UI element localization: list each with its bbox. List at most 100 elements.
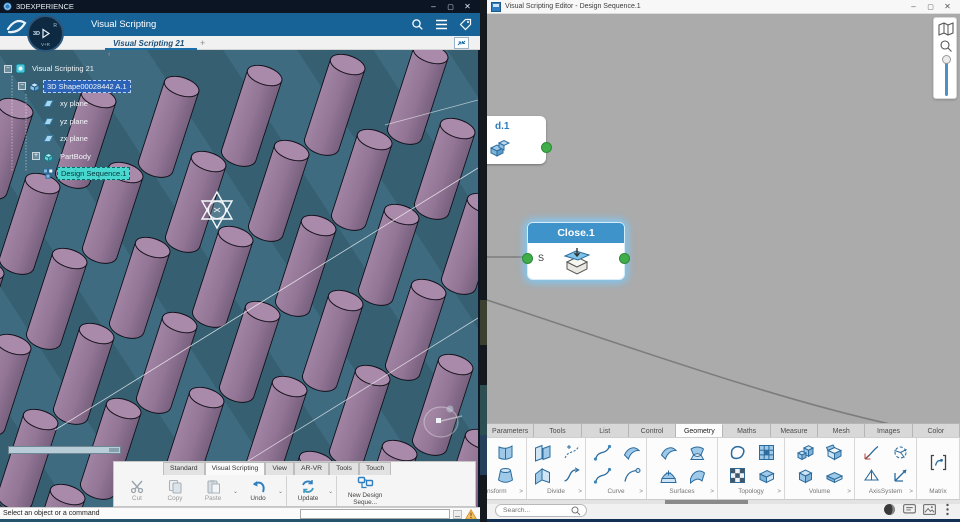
palette-tool-curve-icon[interactable]	[592, 442, 613, 463]
palette-tool-splitplane-icon[interactable]	[532, 442, 553, 463]
palette-tool-pageflip-icon[interactable]	[495, 442, 516, 463]
palette-tool-dome-icon[interactable]	[658, 465, 679, 486]
tree-item[interactable]: + PartBody	[4, 148, 131, 166]
palette-tool-cube-icon[interactable]	[795, 465, 816, 486]
image-icon[interactable]	[923, 503, 936, 516]
palette-tool-swoosh-icon[interactable]	[658, 442, 679, 463]
palette-tool-scurve-icon[interactable]	[561, 465, 582, 486]
copy-button[interactable]: Copy	[156, 479, 194, 502]
progress-thumb[interactable]	[109, 448, 119, 452]
tree-item[interactable]: xy plane	[4, 95, 131, 113]
view-compass-icon[interactable]	[420, 402, 466, 444]
dropdown-caret-icon[interactable]: ⌄	[328, 488, 333, 495]
action-tab-visual-scripting[interactable]: Visual Scripting	[204, 462, 266, 475]
node-partial-output-port[interactable]	[540, 142, 552, 153]
palette-tab-images[interactable]: Images	[865, 424, 913, 438]
comment-icon[interactable]	[903, 503, 916, 516]
tree-item[interactable]: Design Sequence.1	[4, 165, 131, 183]
node-close-input-port[interactable]	[522, 253, 533, 264]
search-icon[interactable]	[411, 18, 424, 31]
dropdown-caret-icon[interactable]: ⌄	[233, 488, 238, 495]
node-partial[interactable]: d.1	[487, 116, 552, 164]
palette-search-icon[interactable]	[571, 506, 581, 516]
console-icon[interactable]	[453, 510, 462, 519]
tree-item[interactable]: zx plane	[4, 130, 131, 148]
editor-close-button[interactable]: ✕	[939, 1, 956, 12]
node-close-output-port[interactable]	[619, 253, 630, 264]
tree-item[interactable]: − 3D Shape00028442 A.1	[4, 78, 131, 96]
update-button[interactable]: Update	[289, 479, 327, 502]
palette-tab-control[interactable]: Control	[628, 424, 677, 438]
action-tab-ar-vr[interactable]: AR-VR	[293, 462, 330, 475]
cut-button[interactable]: Cut	[118, 479, 156, 502]
action-tab-view[interactable]: View	[265, 462, 294, 475]
new-tab-button[interactable]: +	[200, 38, 205, 48]
expand-expander-icon[interactable]: +	[32, 152, 40, 161]
palette-group-expander[interactable]: >	[847, 488, 851, 495]
action-tab-touch[interactable]: Touch	[358, 462, 392, 475]
palette-tool-wedgecube-icon[interactable]	[756, 465, 777, 486]
dropdown-caret-icon[interactable]: ⌄	[278, 488, 283, 495]
palette-tool-patch-icon[interactable]	[687, 465, 708, 486]
palette-tool-axistri-icon[interactable]	[861, 465, 882, 486]
script-canvas[interactable]: d.1 Close.1 S	[487, 14, 960, 423]
kebab-menu-icon[interactable]	[941, 503, 954, 516]
palette-tab-parameters[interactable]: Parameters	[487, 424, 535, 438]
palette-tool-flip-icon[interactable]	[687, 442, 708, 463]
palette-tool-corner-icon[interactable]	[621, 465, 642, 486]
close-button[interactable]: ✕	[459, 1, 476, 12]
palette-tab-tools[interactable]: Tools	[534, 424, 582, 438]
palette-group-expander[interactable]: >	[639, 488, 643, 495]
3dcompass-widget[interactable]: 3D R V+R	[27, 15, 64, 52]
zoom-icon[interactable]	[939, 39, 953, 53]
palette-tool-boxes-icon[interactable]	[795, 442, 816, 463]
sequence-progress-bar[interactable]	[8, 446, 121, 454]
command-input[interactable]	[300, 509, 450, 519]
editor-minimize-button[interactable]: –	[905, 1, 922, 12]
palette-tool-axiscurve-icon[interactable]	[861, 442, 882, 463]
palette-group-expander[interactable]: >	[909, 488, 913, 495]
palette-tool-slab-icon[interactable]	[824, 465, 845, 486]
palette-group-expander[interactable]: >	[710, 488, 714, 495]
palette-tool-curve-icon[interactable]	[592, 465, 613, 486]
render-sphere-icon[interactable]	[883, 503, 896, 516]
palette-group-expander[interactable]: >	[578, 488, 582, 495]
node-close[interactable]: Close.1 S	[522, 222, 630, 280]
menu-icon[interactable]	[435, 19, 448, 30]
tree-item[interactable]: yz plane	[4, 113, 131, 131]
node-close-header[interactable]: Close.1	[528, 223, 624, 243]
zoom-slider-knob[interactable]	[941, 55, 951, 64]
palette-tab-measure[interactable]: Measure	[770, 424, 819, 438]
action-tab-tools[interactable]: Tools	[329, 462, 359, 475]
palette-group-expander[interactable]: >	[777, 488, 781, 495]
palette-tab-color[interactable]: Color	[912, 424, 960, 438]
palette-tool-gridadd-icon[interactable]	[756, 442, 777, 463]
new-button[interactable]: New Design Seque...	[339, 476, 391, 506]
palette-tab-maths[interactable]: Maths	[723, 424, 771, 438]
palette-tab-list[interactable]: List	[581, 424, 629, 438]
tree-item[interactable]: − Visual Scripting 21	[4, 60, 131, 78]
palette-tool-dashcurve-icon[interactable]	[561, 442, 582, 463]
palette-tool-checker-icon[interactable]	[727, 465, 748, 486]
palette-tool-loft-icon[interactable]	[495, 465, 516, 486]
3d-viewport[interactable]: − Visual Scripting 21−3D Shape00028442 A.…	[0, 50, 478, 522]
palette-tool-openbox-icon[interactable]	[824, 442, 845, 463]
hscrollbar-thumb[interactable]	[665, 500, 748, 504]
palette-tool-swoosh-icon[interactable]	[621, 442, 642, 463]
palette-group-expander[interactable]: >	[519, 488, 523, 495]
palette-tab-geometry[interactable]: Geometry	[676, 424, 724, 438]
palette-tool-bracket-icon[interactable]	[928, 452, 949, 473]
collapse-expander-icon[interactable]: −	[4, 64, 12, 73]
palette-tool-loop-icon[interactable]	[727, 442, 748, 463]
palette-search-input[interactable]	[501, 506, 571, 515]
maximize-button[interactable]: ▢	[442, 1, 459, 12]
paste-button[interactable]: Paste	[194, 479, 232, 502]
palette-tool-axisarrows-icon[interactable]	[890, 465, 911, 486]
panel-collapse-chevron[interactable]: ‹	[108, 51, 110, 58]
collapse-expander-icon[interactable]: −	[18, 82, 26, 91]
minimize-button[interactable]: –	[425, 1, 442, 12]
palette-tool-fold-icon[interactable]	[532, 465, 553, 486]
undo-button[interactable]: Undo	[239, 480, 277, 502]
palette-tool-axiscircle-icon[interactable]	[890, 442, 911, 463]
palette-tab-mesh[interactable]: Mesh	[818, 424, 866, 438]
